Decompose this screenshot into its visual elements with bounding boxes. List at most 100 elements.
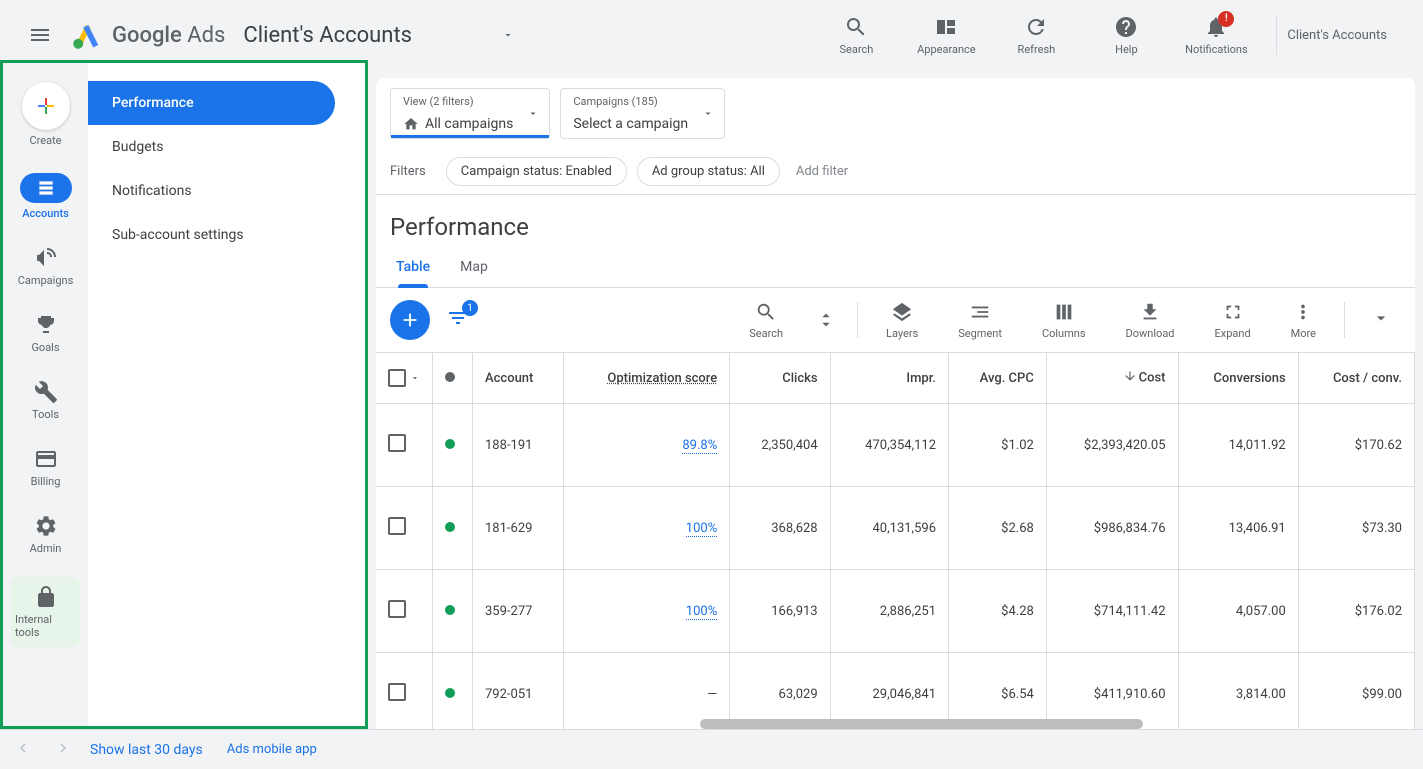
- sec-nav-notifications[interactable]: Notifications: [88, 169, 365, 213]
- nav-admin[interactable]: Admin: [3, 510, 88, 559]
- more-icon: [1292, 301, 1314, 323]
- filter-button[interactable]: 1: [446, 306, 470, 334]
- cell-account[interactable]: 188-191: [473, 404, 564, 487]
- table-row[interactable]: 359-277 100% 166,913 2,886,251 $4.28 $71…: [376, 570, 1415, 653]
- nav-accounts[interactable]: Accounts: [3, 169, 88, 224]
- col-avg-cpc[interactable]: Avg. CPC: [949, 353, 1047, 404]
- col-account[interactable]: Account: [473, 353, 564, 404]
- status-dot[interactable]: [445, 605, 455, 615]
- tab-map[interactable]: Map: [460, 259, 488, 287]
- header-account-name[interactable]: Client's Accounts: [1287, 28, 1387, 43]
- card-icon: [34, 447, 58, 471]
- toolbar-columns[interactable]: Columns: [1030, 301, 1098, 340]
- sec-nav-budgets[interactable]: Budgets: [88, 125, 365, 169]
- cell-opt-score[interactable]: 100%: [563, 570, 730, 653]
- horizontal-scrollbar[interactable]: [700, 719, 1143, 729]
- help-icon: [1114, 15, 1138, 39]
- col-clicks[interactable]: Clicks: [730, 353, 830, 404]
- menu-icon: [28, 23, 52, 47]
- chevron-down-icon: [1371, 308, 1391, 328]
- footer-prev[interactable]: [10, 735, 36, 765]
- page-title: Performance: [376, 195, 1415, 245]
- cell-opt-score[interactable]: 89.8%: [563, 404, 730, 487]
- row-checkbox[interactable]: [388, 434, 406, 452]
- toolbar-expand[interactable]: Expand: [1203, 301, 1263, 340]
- header-help[interactable]: Help: [1096, 15, 1156, 56]
- logo-area: Google Ads: [72, 20, 225, 50]
- cell-conv: 3,814.00: [1178, 653, 1298, 730]
- filter-chip-adgroup-status[interactable]: Ad group status: All: [637, 157, 780, 186]
- header-refresh[interactable]: Refresh: [1006, 15, 1066, 56]
- cell-clicks: 63,029: [730, 653, 830, 730]
- filter-chip-campaign-status[interactable]: Campaign status: Enabled: [446, 157, 627, 186]
- cell-conv: 4,057.00: [1178, 570, 1298, 653]
- row-checkbox[interactable]: [388, 683, 406, 701]
- tab-table[interactable]: Table: [396, 259, 430, 287]
- hamburger-menu[interactable]: [16, 11, 64, 59]
- toolbar-search[interactable]: Search: [737, 301, 795, 340]
- status-header-dot[interactable]: [445, 372, 455, 382]
- caret-down-icon: [702, 107, 714, 119]
- toolbar-layers[interactable]: Layers: [874, 301, 930, 340]
- cell-opt-score[interactable]: —: [563, 653, 730, 730]
- row-checkbox[interactable]: [388, 600, 406, 618]
- status-dot[interactable]: [445, 688, 455, 698]
- table-row[interactable]: 188-191 89.8% 2,350,404 470,354,112 $1.0…: [376, 404, 1415, 487]
- toolbar-more[interactable]: More: [1279, 301, 1328, 340]
- col-opt-score[interactable]: Optimization score: [563, 353, 730, 404]
- nav-internal-tools[interactable]: Internal tools: [11, 577, 80, 647]
- campaign-selector[interactable]: Campaigns (185) Select a campaign: [560, 88, 725, 139]
- chevron-right-icon: [54, 739, 72, 757]
- add-filter[interactable]: Add filter: [796, 164, 848, 179]
- collapse-panel[interactable]: [1361, 308, 1401, 332]
- header-search[interactable]: Search: [826, 15, 886, 56]
- cell-cost: $986,834.76: [1046, 487, 1178, 570]
- filter-count-badge: 1: [462, 300, 478, 316]
- filters-label: Filters: [390, 164, 426, 179]
- status-dot[interactable]: [445, 522, 455, 532]
- cell-clicks: 166,913: [730, 570, 830, 653]
- footer-next[interactable]: [50, 735, 76, 765]
- sort-icon: [815, 309, 837, 331]
- row-checkbox[interactable]: [388, 517, 406, 535]
- cell-account[interactable]: 792-051: [473, 653, 564, 730]
- col-conversions[interactable]: Conversions: [1178, 353, 1298, 404]
- cell-cpc: $1.02: [949, 404, 1047, 487]
- status-dot[interactable]: [445, 439, 455, 449]
- caret-down-icon[interactable]: [410, 373, 420, 383]
- add-button[interactable]: [390, 300, 430, 340]
- footer-mobile-app[interactable]: Ads mobile app: [227, 742, 317, 757]
- toolbar-sort[interactable]: [811, 309, 841, 331]
- view-selector[interactable]: View (2 filters) All campaigns: [390, 88, 550, 139]
- nav-goals[interactable]: Goals: [3, 309, 88, 358]
- footer-show-30[interactable]: Show last 30 days: [90, 742, 203, 758]
- col-cost[interactable]: Cost: [1046, 353, 1178, 404]
- nav-billing[interactable]: Billing: [3, 443, 88, 492]
- home-icon: [403, 116, 419, 132]
- tools-icon: [34, 380, 58, 404]
- cell-opt-score[interactable]: 100%: [563, 487, 730, 570]
- header-appearance[interactable]: Appearance: [916, 15, 976, 56]
- header-notifications[interactable]: ! Notifications: [1186, 15, 1246, 56]
- plus-icon: [399, 309, 421, 331]
- trophy-icon: [34, 313, 58, 337]
- toolbar-download[interactable]: Download: [1114, 301, 1187, 340]
- table-row[interactable]: 181-629 100% 368,628 40,131,596 $2.68 $9…: [376, 487, 1415, 570]
- table-row[interactable]: 792-051 — 63,029 29,046,841 $6.54 $411,9…: [376, 653, 1415, 730]
- cell-cost-conv: $176.02: [1298, 570, 1414, 653]
- col-impr[interactable]: Impr.: [830, 353, 948, 404]
- col-cost-conv[interactable]: Cost / conv.: [1298, 353, 1414, 404]
- nav-create[interactable]: Create: [3, 78, 88, 151]
- nav-campaigns[interactable]: Campaigns: [3, 242, 88, 291]
- account-dropdown[interactable]: [502, 26, 514, 45]
- cell-cpc: $4.28: [949, 570, 1047, 653]
- sec-nav-performance[interactable]: Performance: [88, 81, 335, 125]
- cell-account[interactable]: 359-277: [473, 570, 564, 653]
- select-all-checkbox[interactable]: [388, 369, 406, 387]
- cell-cost-conv: $99.00: [1298, 653, 1414, 730]
- sec-nav-subaccount[interactable]: Sub-account settings: [88, 213, 365, 257]
- columns-icon: [1053, 301, 1075, 323]
- cell-account[interactable]: 181-629: [473, 487, 564, 570]
- toolbar-segment[interactable]: Segment: [946, 301, 1014, 340]
- nav-tools[interactable]: Tools: [3, 376, 88, 425]
